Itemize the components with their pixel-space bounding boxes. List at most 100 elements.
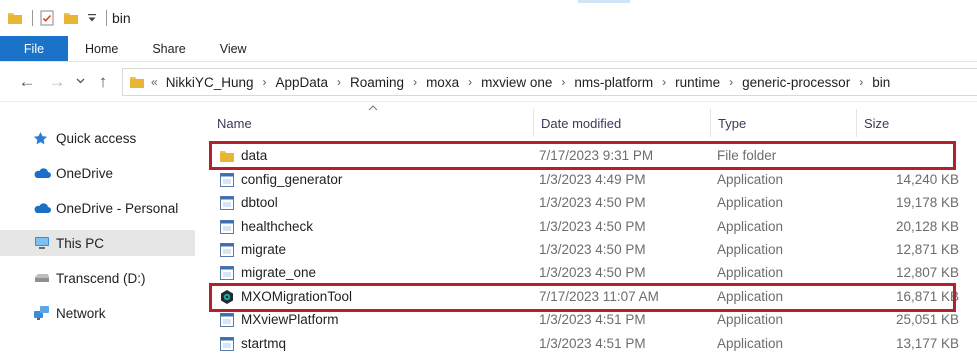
application-icon xyxy=(219,242,235,258)
file-name: startmq xyxy=(241,336,287,351)
sidebar-item-network[interactable]: Network xyxy=(0,300,195,326)
breadcrumb-item[interactable]: runtime xyxy=(675,75,720,90)
file-row[interactable]: migrate 1/3/2023 4:50 PM Application 12,… xyxy=(217,238,969,261)
file-date: 1/3/2023 4:50 PM xyxy=(539,242,646,257)
sidebar-item-label: Network xyxy=(56,305,106,321)
title-bar-accent-strip xyxy=(578,0,630,3)
properties-icon[interactable] xyxy=(38,9,56,27)
file-row[interactable]: dbtool 1/3/2023 4:50 PM Application 19,1… xyxy=(217,191,969,214)
column-header-date[interactable]: Date modified xyxy=(533,111,711,135)
file-row[interactable]: healthcheck 1/3/2023 4:50 PM Application… xyxy=(217,215,969,238)
file-size: 20,128 KB xyxy=(895,219,959,234)
up-button[interactable]: ↑ xyxy=(90,69,116,95)
breadcrumb-item[interactable]: AppData xyxy=(275,75,328,90)
address-bar[interactable]: « NikkiYC_Hung › AppData › Roaming › mox… xyxy=(122,68,977,96)
file-date: 1/3/2023 4:50 PM xyxy=(539,195,646,210)
chevron-right-icon[interactable]: › xyxy=(561,75,565,89)
file-type: Application xyxy=(717,219,784,234)
file-row[interactable]: migrate_one 1/3/2023 4:50 PM Application… xyxy=(217,261,969,284)
column-header-type[interactable]: Type xyxy=(710,111,856,135)
chevron-right-icon[interactable]: › xyxy=(413,75,417,89)
application-icon xyxy=(219,219,235,235)
column-header-size[interactable]: Size xyxy=(856,111,966,135)
file-type: Application xyxy=(717,172,784,187)
tab-view[interactable]: View xyxy=(203,36,264,61)
chevron-right-icon[interactable]: › xyxy=(337,75,341,89)
tab-share[interactable]: Share xyxy=(135,36,202,61)
customize-qat-icon[interactable] xyxy=(86,9,98,27)
ribbon-tabs: File Home Share View xyxy=(0,36,977,62)
breadcrumb-item[interactable]: moxa xyxy=(426,75,459,90)
drive-icon xyxy=(33,270,53,286)
sidebar-item-this-pc[interactable]: This PC xyxy=(0,230,195,256)
sidebar-item-label: OneDrive xyxy=(56,165,114,181)
back-button[interactable]: ← xyxy=(14,69,40,95)
file-list: Name Date modified Type Size data 7/17/2… xyxy=(205,103,977,363)
navigation-bar: ← → ↑ « NikkiYC_Hung › AppData › Roaming… xyxy=(0,62,977,102)
forward-button[interactable]: → xyxy=(44,69,70,95)
breadcrumb-item[interactable]: Roaming xyxy=(350,75,404,90)
recent-locations-button[interactable] xyxy=(72,69,88,95)
breadcrumb-item[interactable]: nms-platform xyxy=(574,75,653,90)
folder-icon xyxy=(219,148,235,164)
file-row[interactable]: MXOMigrationTool 7/17/2023 11:07 AM Appl… xyxy=(217,285,969,308)
window-title: bin xyxy=(112,10,131,26)
file-date: 1/3/2023 4:50 PM xyxy=(539,265,646,280)
sidebar-item-label: Quick access xyxy=(56,130,137,146)
file-size: 16,871 KB xyxy=(895,289,959,304)
file-type: Application xyxy=(717,336,784,351)
file-type: Application xyxy=(717,289,784,304)
chevron-right-icon[interactable]: › xyxy=(859,75,863,89)
file-name: migrate xyxy=(241,242,287,257)
file-type: Application xyxy=(717,242,784,257)
network-icon xyxy=(33,305,53,321)
chevron-right-icon[interactable]: › xyxy=(262,75,266,89)
file-type: Application xyxy=(717,312,784,327)
file-date: 1/3/2023 4:51 PM xyxy=(539,312,646,327)
breadcrumb-overflow[interactable]: « xyxy=(151,75,158,89)
file-size: 25,051 KB xyxy=(895,312,959,327)
breadcrumb-item[interactable]: generic-processor xyxy=(742,75,850,90)
tab-home[interactable]: Home xyxy=(68,36,135,61)
sidebar-item-label: OneDrive - Personal xyxy=(56,200,179,216)
folder-icon xyxy=(6,9,24,27)
file-date: 1/3/2023 4:51 PM xyxy=(539,336,646,351)
chevron-right-icon[interactable]: › xyxy=(729,75,733,89)
file-size xyxy=(857,144,959,167)
file-name: migrate_one xyxy=(241,265,317,280)
sidebar-item-onedrive-personal[interactable]: OneDrive - Personal xyxy=(0,195,195,221)
sidebar-item-label: This PC xyxy=(56,235,105,251)
file-name: config_generator xyxy=(241,172,343,187)
file-name: MXviewPlatform xyxy=(241,312,339,327)
back-arrow-icon: ← xyxy=(18,71,36,91)
title-bar: bin xyxy=(0,0,977,36)
sidebar-item-quick-access[interactable]: Quick access xyxy=(0,125,195,151)
breadcrumb-item-current[interactable]: bin xyxy=(872,75,890,90)
file-row[interactable]: config_generator 1/3/2023 4:49 PM Applic… xyxy=(217,168,969,191)
file-date: 1/3/2023 4:50 PM xyxy=(539,219,646,234)
file-size: 12,807 KB xyxy=(895,265,959,280)
file-date: 1/3/2023 4:49 PM xyxy=(539,172,646,187)
folder-icon xyxy=(129,75,145,89)
chevron-right-icon[interactable]: › xyxy=(468,75,472,89)
file-date: 7/17/2023 11:07 AM xyxy=(539,289,659,304)
file-row[interactable]: data 7/17/2023 9:31 PM File folder xyxy=(217,144,969,167)
title-bar-separator-2 xyxy=(106,10,107,26)
new-folder-icon[interactable] xyxy=(62,9,80,27)
application-icon xyxy=(219,312,235,328)
sidebar-item-onedrive[interactable]: OneDrive xyxy=(0,160,195,186)
column-header-name[interactable]: Name xyxy=(209,111,534,135)
file-date: 7/17/2023 9:31 PM xyxy=(539,148,654,163)
breadcrumb-item[interactable]: NikkiYC_Hung xyxy=(166,75,254,90)
application-icon xyxy=(219,195,235,211)
chevron-right-icon[interactable]: › xyxy=(662,75,666,89)
tab-file[interactable]: File xyxy=(0,36,68,61)
sidebar-item-label: Transcend (D:) xyxy=(56,270,146,286)
file-row[interactable]: startmq 1/3/2023 4:51 PM Application 13,… xyxy=(217,332,969,355)
breadcrumb-item[interactable]: mxview one xyxy=(481,75,552,90)
sidebar-item-transcend[interactable]: Transcend (D:) xyxy=(0,265,195,291)
file-type: Application xyxy=(717,265,784,280)
file-size: 12,871 KB xyxy=(895,242,959,257)
file-row[interactable]: MXviewPlatform 1/3/2023 4:51 PM Applicat… xyxy=(217,308,969,331)
application-icon xyxy=(219,265,235,281)
